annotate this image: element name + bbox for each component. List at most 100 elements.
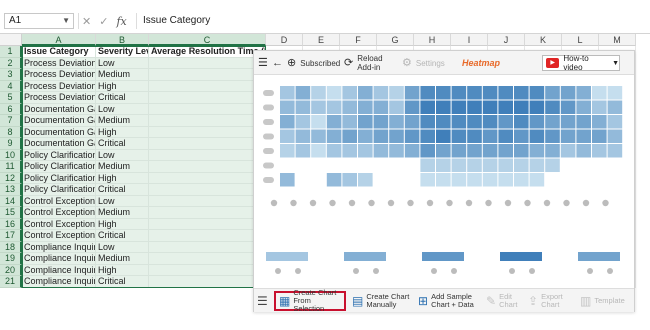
table-cell[interactable] (149, 184, 266, 196)
table-cell[interactable] (149, 253, 266, 265)
table-cell[interactable]: Critical (96, 92, 149, 104)
row-header[interactable]: 20 (0, 264, 22, 276)
table-cell[interactable]: 1 (149, 218, 266, 230)
column-header-f[interactable]: F (340, 34, 377, 46)
column-header-m[interactable]: M (599, 34, 636, 46)
menu-icon[interactable]: ☰ (258, 51, 268, 75)
table-cell[interactable]: Control Exception (22, 195, 96, 207)
table-cell[interactable] (149, 161, 266, 173)
table-cell[interactable]: High (96, 264, 149, 276)
row-header[interactable]: 19 (0, 253, 22, 265)
row-header[interactable]: 9 (0, 138, 22, 150)
table-header-cell[interactable]: Issue Category (22, 46, 96, 58)
row-header[interactable]: 17 (0, 230, 22, 242)
table-cell[interactable]: 1 (149, 92, 266, 104)
column-header-k[interactable]: K (525, 34, 562, 46)
table-cell[interactable] (149, 149, 266, 161)
row-header[interactable]: 14 (0, 195, 22, 207)
table-cell[interactable]: 1 (149, 138, 266, 150)
table-cell[interactable]: Critical (96, 230, 149, 242)
table-cell[interactable] (149, 195, 266, 207)
row-header[interactable]: 2 (0, 57, 22, 69)
add-sample-chart-button[interactable]: ⊞ Add Sample Chart + Data (418, 291, 482, 311)
column-header-c[interactable]: C (149, 34, 266, 46)
create-chart-from-selection-button[interactable]: ▦ Create Chart From Selection (274, 289, 346, 313)
table-cell[interactable]: Control Exception (22, 230, 96, 242)
row-header[interactable]: 11 (0, 161, 22, 173)
column-header-i[interactable]: I (451, 34, 488, 46)
row-header[interactable]: 7 (0, 115, 22, 127)
table-cell[interactable]: High (96, 218, 149, 230)
row-header[interactable]: 16 (0, 218, 22, 230)
row-header[interactable]: 18 (0, 241, 22, 253)
table-cell[interactable]: Medium (96, 115, 149, 127)
row-header[interactable]: 8 (0, 126, 22, 138)
table-header-cell[interactable]: Severity Level (96, 46, 149, 58)
table-cell[interactable]: Compliance Inquiry (22, 241, 96, 253)
table-cell[interactable]: Low (96, 241, 149, 253)
row-header[interactable]: 6 (0, 103, 22, 115)
table-cell[interactable]: Critical (96, 276, 149, 288)
table-cell[interactable]: 1 (149, 276, 266, 288)
name-box[interactable]: A1 ▼ (4, 13, 74, 29)
table-cell[interactable]: Low (96, 195, 149, 207)
edit-chart-button[interactable]: ✎ Edit Chart (486, 291, 526, 311)
table-cell[interactable]: High (96, 126, 149, 138)
table-cell[interactable] (149, 115, 266, 127)
subscribed-button[interactable]: ⊕ Subscribed (287, 51, 340, 75)
table-cell[interactable] (149, 69, 266, 81)
table-cell[interactable]: Medium (96, 253, 149, 265)
column-header-l[interactable]: L (562, 34, 599, 46)
table-cell[interactable]: Process Deviation (22, 57, 96, 69)
create-chart-manually-button[interactable]: ▤ Create Chart Manually (352, 291, 412, 311)
row-header[interactable]: 5 (0, 92, 22, 104)
table-cell[interactable] (149, 126, 266, 138)
row-header[interactable]: 3 (0, 69, 22, 81)
row-header[interactable]: 12 (0, 172, 22, 184)
cancel-icon[interactable]: ✕ (82, 15, 91, 28)
table-cell[interactable]: Medium (96, 69, 149, 81)
menu-icon[interactable]: ☰ (257, 291, 268, 311)
table-cell[interactable]: Documentation Gap (22, 126, 96, 138)
table-cell[interactable]: 1 (149, 230, 266, 242)
column-header-a[interactable]: A (22, 34, 96, 46)
row-header[interactable]: 21 (0, 276, 22, 288)
table-cell[interactable]: Policy Clarification (22, 184, 96, 196)
reload-addin-button[interactable]: ⟳ Reload Add-in (344, 51, 392, 75)
table-cell[interactable]: Control Exception (22, 207, 96, 219)
row-header[interactable]: 13 (0, 184, 22, 196)
chevron-down-icon[interactable]: ▼ (62, 14, 70, 28)
column-header-b[interactable]: B (96, 34, 149, 46)
table-cell[interactable]: Documentation Gap (22, 138, 96, 150)
table-cell[interactable]: Process Deviation (22, 69, 96, 81)
back-arrow-icon[interactable]: ← (272, 51, 283, 75)
table-cell[interactable] (149, 172, 266, 184)
table-header-cell[interactable]: Average Resolution Time (Days (149, 46, 266, 58)
column-header-h[interactable]: H (414, 34, 451, 46)
formula-input[interactable]: Issue Category (136, 13, 646, 29)
table-cell[interactable] (149, 264, 266, 276)
table-cell[interactable]: Medium (96, 161, 149, 173)
settings-button[interactable]: ⚙ Settings (402, 51, 445, 75)
table-cell[interactable] (149, 103, 266, 115)
table-cell[interactable]: Low (96, 149, 149, 161)
table-cell[interactable] (149, 57, 266, 69)
column-header-e[interactable]: E (303, 34, 340, 46)
table-cell[interactable]: High (96, 80, 149, 92)
table-cell[interactable]: Critical (96, 138, 149, 150)
table-cell[interactable]: Documentation Gap (22, 103, 96, 115)
row-header[interactable]: 10 (0, 149, 22, 161)
table-cell[interactable]: Control Exception (22, 218, 96, 230)
table-cell[interactable]: High (96, 172, 149, 184)
column-header-g[interactable]: G (377, 34, 414, 46)
table-cell[interactable]: Medium (96, 207, 149, 219)
export-chart-button[interactable]: ⇪ Export Chart (528, 291, 576, 311)
table-cell[interactable] (149, 241, 266, 253)
table-cell[interactable]: Policy Clarification (22, 149, 96, 161)
table-cell[interactable] (149, 207, 266, 219)
row-header[interactable]: 4 (0, 80, 22, 92)
table-cell[interactable]: Policy Clarification (22, 161, 96, 173)
column-header-j[interactable]: J (488, 34, 525, 46)
column-header-d[interactable]: D (266, 34, 303, 46)
row-header[interactable]: 1 (0, 46, 22, 58)
